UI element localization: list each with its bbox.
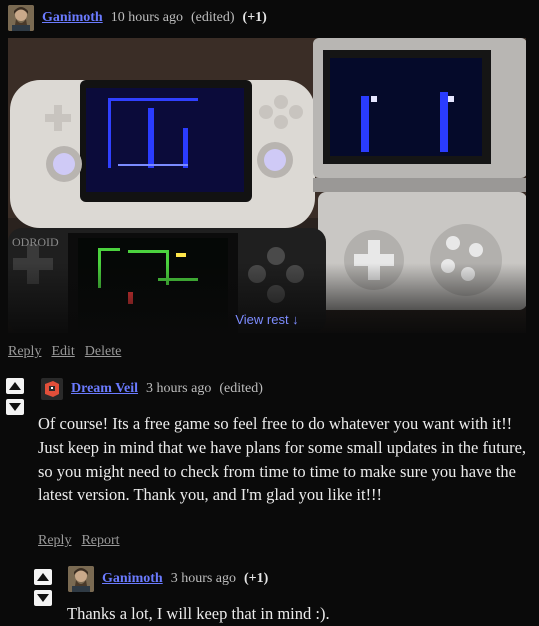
timestamp[interactable]: 3 hours ago (146, 381, 211, 397)
downvote-button[interactable] (6, 399, 24, 415)
reply-link[interactable]: Reply (38, 533, 71, 549)
reply-link[interactable]: Reply (8, 344, 41, 360)
view-rest-link[interactable]: View rest ↓ (8, 312, 526, 327)
arrow-up-icon (37, 573, 49, 581)
comment-actions: Reply Edit Delete (8, 344, 121, 360)
username-link[interactable]: Ganimoth (42, 10, 103, 26)
comment-header: Ganimoth 10 hours ago (edited) (+1) (8, 4, 267, 32)
edited-label: (edited) (191, 10, 235, 25)
timestamp[interactable]: 10 hours ago (111, 10, 183, 26)
edited-label: (edited) (219, 381, 263, 396)
score-badge: (+1) (244, 571, 269, 586)
device-brand-text: ODROID (12, 235, 59, 249)
username-link[interactable]: Ganimoth (102, 571, 163, 587)
attached-image[interactable]: ODROID View rest ↓ (8, 38, 526, 333)
upvote-button[interactable] (6, 378, 24, 394)
report-link[interactable]: Report (81, 533, 119, 549)
downvote-button[interactable] (34, 590, 52, 606)
timestamp[interactable]: 3 hours ago (171, 571, 236, 587)
delete-link[interactable]: Delete (85, 344, 122, 360)
edit-link[interactable]: Edit (51, 344, 74, 360)
vote-buttons (6, 378, 24, 415)
user-avatar[interactable] (41, 378, 63, 400)
upvote-button[interactable] (34, 569, 52, 585)
comment-header: Dream Veil 3 hours ago (edited) (41, 376, 263, 402)
score-badge: (+1) (242, 10, 267, 25)
arrow-down-icon (37, 594, 49, 602)
comment-header: Ganimoth 3 hours ago (+1) (68, 565, 268, 593)
comment-body: Of course! Its a free game so feel free … (38, 414, 527, 505)
user-avatar[interactable] (8, 5, 34, 31)
comment-body: Thanks a lot, I will keep that in mind :… (67, 604, 330, 623)
user-avatar[interactable] (68, 566, 94, 592)
vote-buttons (34, 569, 52, 606)
arrow-down-icon (9, 403, 21, 411)
username-link[interactable]: Dream Veil (71, 381, 138, 397)
arrow-up-icon (9, 382, 21, 390)
comment-actions: Reply Report (38, 533, 120, 549)
